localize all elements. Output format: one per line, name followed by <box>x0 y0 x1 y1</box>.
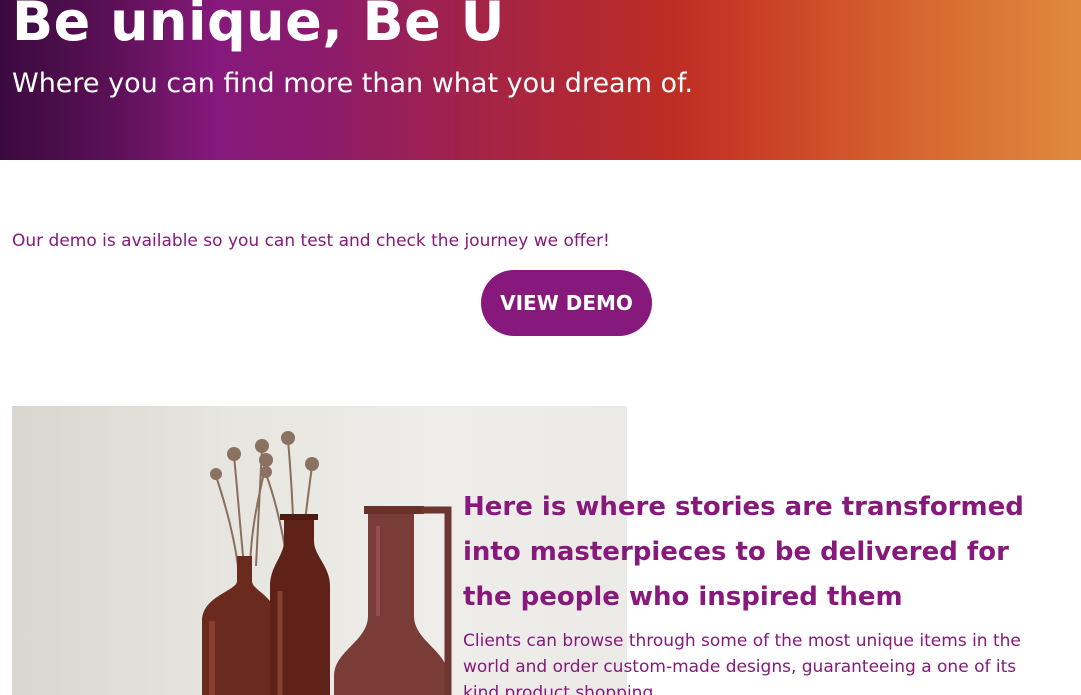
hero-banner: Be unique, Be U Where you can find more … <box>0 0 1081 160</box>
view-demo-button[interactable]: VIEW DEMO <box>481 270 652 336</box>
feature-heading: Here is where stories are transformed in… <box>463 492 1024 612</box>
feature-description: Clients can browse through some of the m… <box>463 631 1021 695</box>
hero-subtitle: Where you can find more than what you dr… <box>12 68 694 99</box>
hero-title: Be unique, Be U <box>12 0 505 53</box>
demo-description: Our demo is available so you can test an… <box>12 231 610 251</box>
